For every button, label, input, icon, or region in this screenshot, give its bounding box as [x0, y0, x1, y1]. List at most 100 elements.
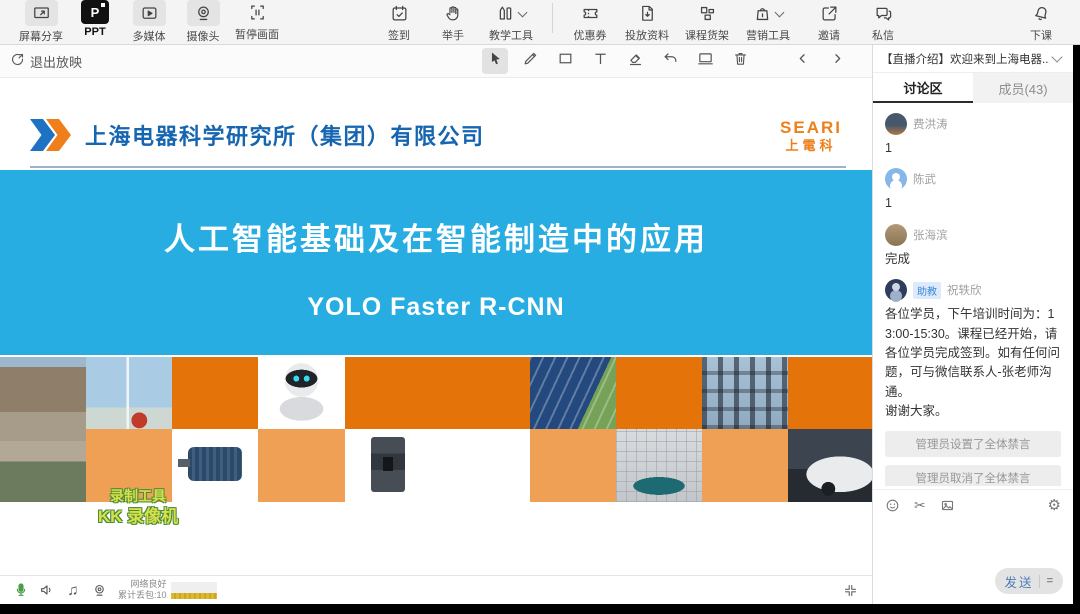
next-slide-button[interactable] [824, 48, 850, 74]
scissors-icon: ✂ [914, 498, 926, 512]
mosaic-photo-circuit-breaker [345, 429, 530, 502]
select-tool-button[interactable] [482, 48, 508, 74]
pause-frame-button[interactable]: 暂停画面 [231, 0, 283, 42]
chevron-down-icon [775, 7, 785, 17]
slide-title-box: 人工智能基础及在智能制造中的应用 YOLO Faster R-CNN [0, 170, 872, 355]
prev-slide-button[interactable] [789, 48, 815, 74]
system-notice: 管理员取消了全体禁言 [885, 465, 1061, 486]
slide-header: 上海电器科学研究所（集团）有限公司 SEARI 上電科 [30, 104, 842, 166]
speaker-button[interactable] [34, 582, 60, 598]
mosaic-orange-tile [788, 357, 872, 429]
sign-in-icon [390, 1, 409, 25]
mosaic-photo-robot [258, 357, 345, 429]
raise-hand-button[interactable]: 举手 [427, 1, 479, 43]
board-tool-icon [697, 50, 714, 72]
network-graph [171, 582, 217, 599]
teaching-tools-button[interactable]: 教学工具 [481, 1, 541, 43]
exit-presentation-button[interactable]: 退出放映 [10, 52, 82, 71]
ppt-icon: P [81, 0, 110, 24]
invite-icon [820, 1, 839, 25]
materials-button[interactable]: 投放资料 [618, 1, 676, 43]
top-toolbar: 屏幕分享 P PPT 多媒体 摄像头 [0, 0, 1080, 45]
webcam-button[interactable] [86, 583, 112, 598]
course-shelf-icon [698, 1, 717, 25]
chat-sidebar: 【直播介绍】欢迎来到上海电器... 讨论区 成员(43) 费洪涛 1 陈武 1 [872, 45, 1073, 604]
avatar [885, 168, 907, 190]
tab-members[interactable]: 成员(43) [973, 73, 1073, 103]
chat-message: 费洪涛 1 [885, 113, 1061, 158]
course-shelf-button[interactable]: 课程货架 [678, 1, 736, 43]
send-row: 发送 = [995, 568, 1063, 594]
chevron-down-icon [518, 7, 528, 17]
text-tool-icon [592, 50, 609, 72]
ppt-button[interactable]: P PPT [69, 0, 121, 38]
mosaic-photo-solar-panels [530, 357, 616, 429]
pause-frame-icon [248, 0, 267, 24]
send-button[interactable]: 发送 = [995, 568, 1063, 594]
toolbar-group-teaching: 签到 举手 教学工具 优惠券 [372, 1, 799, 43]
end-class-button[interactable]: 下课 [1015, 1, 1067, 43]
pen-tool-button[interactable] [517, 48, 543, 74]
marketing-tools-icon [753, 1, 783, 25]
chat-message: 张海滨 完成 [885, 224, 1061, 269]
multimedia-icon [133, 0, 166, 26]
screen-share-button[interactable]: 屏幕分享 [15, 0, 67, 44]
annotation-toolbar [482, 48, 850, 74]
private-message-icon [874, 1, 893, 25]
mosaic-orange-tile [702, 429, 788, 502]
emoji-button[interactable] [885, 498, 900, 513]
mosaic-photo-emc-chamber [616, 429, 702, 502]
chat-input[interactable] [873, 520, 1073, 564]
network-status: 网络良好 累计丢包:10 [118, 579, 167, 602]
sign-in-button[interactable]: 签到 [373, 1, 425, 43]
send-menu-icon: = [1047, 575, 1053, 587]
system-notice: 管理员设置了全体禁言 [885, 431, 1061, 457]
company-name: 上海电器科学研究所（集团）有限公司 [85, 119, 485, 151]
invite-button[interactable]: 邀请 [803, 1, 855, 43]
coupon-button[interactable]: 优惠券 [564, 1, 616, 43]
photo-mosaic [0, 357, 872, 502]
screen-share-icon [25, 0, 58, 26]
exit-presentation-icon [10, 52, 25, 70]
multimedia-button[interactable]: 多媒体 [123, 0, 175, 44]
materials-icon [638, 1, 657, 25]
mic-button[interactable] [8, 582, 34, 598]
chat-message: 助教 祝轶欣 各位学员，下午培训时间为：13:00-15:30。课程已经开始，请… [885, 279, 1061, 421]
chat-message: 陈武 1 [885, 168, 1061, 213]
toolbar-group-session: 邀请 私信 下课 [802, 1, 1068, 43]
private-message-button[interactable]: 私信 [857, 1, 909, 43]
clear-tool-button[interactable] [727, 48, 753, 74]
next-slide-icon [830, 51, 845, 71]
end-class-icon [1032, 1, 1051, 25]
mosaic-photo-electric-car [788, 429, 872, 502]
music-button[interactable]: ♫ [60, 583, 86, 598]
header-divider [30, 166, 846, 168]
tab-discussion[interactable]: 讨论区 [873, 73, 973, 103]
raise-hand-icon [444, 1, 463, 25]
undo-tool-button[interactable] [657, 48, 683, 74]
scissors-button[interactable]: ✂ [914, 498, 926, 512]
assistant-badge: 助教 [913, 282, 941, 299]
avatar [885, 279, 907, 301]
camera-button[interactable]: 摄像头 [177, 0, 229, 44]
chevron-down-icon [1051, 51, 1062, 62]
image-button[interactable] [940, 498, 955, 513]
toolbar-group-presentation: 屏幕分享 P PPT 多媒体 摄像头 [14, 0, 284, 44]
eraser-tool-button[interactable] [622, 48, 648, 74]
text-tool-button[interactable] [587, 48, 613, 74]
slide-subtitle: YOLO Faster R-CNN [0, 293, 872, 322]
message-list[interactable]: 费洪涛 1 陈武 1 张海滨 完成 [873, 103, 1073, 486]
marketing-tools-button[interactable]: 营销工具 [738, 1, 798, 43]
collapse-button[interactable] [843, 583, 858, 598]
avatar [885, 113, 907, 135]
prev-slide-icon [795, 51, 810, 71]
rect-tool-icon [557, 50, 574, 72]
settings-button[interactable]: ⚙ [1048, 498, 1061, 513]
coupon-icon [581, 1, 600, 25]
music-icon: ♫ [67, 583, 78, 598]
live-intro-bar[interactable]: 【直播介绍】欢迎来到上海电器... [873, 45, 1073, 73]
slide-title: 人工智能基础及在智能制造中的应用 [0, 214, 872, 259]
seari-logo: SEARI 上電科 [780, 119, 842, 152]
board-tool-button[interactable] [692, 48, 718, 74]
rect-tool-button[interactable] [552, 48, 578, 74]
